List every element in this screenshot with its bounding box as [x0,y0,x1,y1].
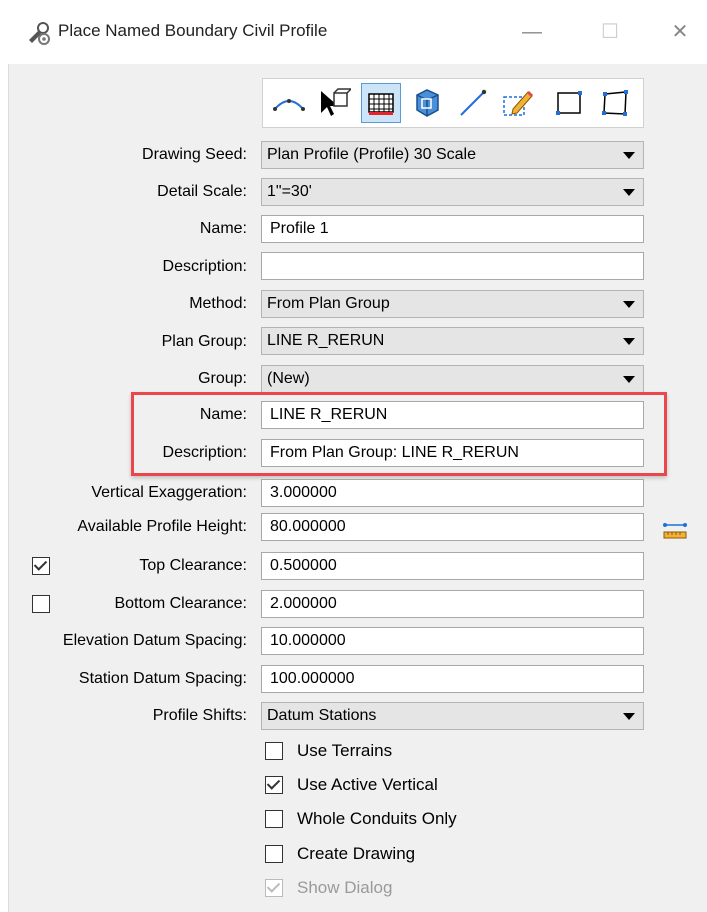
3d-box-icon [416,89,439,117]
vertical-exaggeration-input[interactable]: 3.000000 [261,479,644,507]
group-label: Group: [198,370,247,387]
available-profile-height-label: Available Profile Height: [77,518,247,535]
chevron-down-icon [623,376,635,383]
top-clearance-checkbox[interactable] [32,557,50,575]
window-title: Place Named Boundary Civil Profile [58,21,328,40]
detail-scale-value: 1"=30' [267,183,312,200]
use-terrains-label: Use Terrains [297,741,393,760]
civil-profile-icon [273,99,305,111]
method-value: From Plan Group [267,295,390,312]
3d-box-tool-button[interactable] [407,83,447,123]
profile-shifts-select[interactable]: Datum Stations [261,702,644,730]
close-button[interactable]: ✕ [660,14,700,50]
name-label: Name: [199,220,247,237]
maximize-button[interactable]: ☐ [590,14,630,50]
bottom-clearance-checkbox[interactable] [32,595,50,613]
line-icon [460,89,487,116]
whole-conduits-only-checkbox[interactable] [265,810,283,828]
chevron-down-icon [623,338,635,345]
plan-group-select[interactable]: LINE R_RERUN [261,327,644,355]
chevron-down-icon [623,189,635,196]
elevation-datum-spacing-input[interactable]: 10.000000 [261,627,644,655]
title-bar: Place Named Boundary Civil Profile — ☐ ✕ [0,0,707,64]
station-datum-spacing-label: Station Datum Spacing: [78,670,247,687]
whole-conduits-only-label: Whole Conduits Only [297,809,457,828]
plan-group-label: Plan Group: [161,333,247,350]
name-input[interactable]: Profile 1 [261,215,644,243]
available-profile-height-input[interactable]: 80.000000 [261,513,644,541]
detail-scale-select[interactable]: 1"=30' [261,178,644,206]
description-label: Description: [162,258,247,275]
chevron-down-icon [623,301,635,308]
method-select[interactable]: From Plan Group [261,290,644,318]
shape-tool-button[interactable] [595,83,635,123]
pencil-edit-tool-button[interactable] [497,83,537,123]
detail-scale-label: Detail Scale: [157,183,247,200]
use-active-vertical-checkbox[interactable] [265,776,283,794]
drawing-seed-select[interactable]: Plan Profile (Profile) 30 Scale [261,141,644,169]
chevron-down-icon [623,713,635,720]
tool-toolbar [262,78,644,128]
vertical-exaggeration-label: Vertical Exaggeration: [91,484,247,501]
show-dialog-checkbox[interactable] [265,879,283,897]
drawing-seed-label: Drawing Seed: [142,146,247,163]
top-clearance-label: Top Clearance: [139,557,247,574]
highlight-box [131,392,667,476]
group-select[interactable]: (New) [261,365,644,393]
rectangle-icon [556,91,582,115]
plan-group-value: LINE R_RERUN [267,332,385,349]
grid-table-icon [368,93,394,115]
station-datum-spacing-input[interactable]: 100.000000 [261,665,644,693]
use-terrains-checkbox[interactable] [265,742,283,760]
rectangle-tool-button[interactable] [549,83,589,123]
method-label: Method: [189,295,247,312]
top-clearance-input[interactable]: 0.500000 [261,552,644,580]
bottom-clearance-label: Bottom Clearance: [114,595,247,612]
profile-shifts-value: Datum Stations [267,707,377,724]
app-tools-icon [29,22,50,45]
select-element-icon [321,88,351,116]
create-drawing-label: Create Drawing [297,844,416,863]
create-drawing-checkbox[interactable] [265,845,283,863]
bottom-clearance-input[interactable]: 2.000000 [261,590,644,618]
measure-ruler-icon[interactable] [662,518,688,542]
civil-profile-tool-button[interactable] [269,83,309,123]
grid-table-tool-button[interactable] [361,83,401,123]
drawing-seed-value: Plan Profile (Profile) 30 Scale [267,146,476,163]
minimize-button[interactable]: — [512,14,552,50]
elevation-datum-spacing-label: Elevation Datum Spacing: [62,632,247,649]
use-active-vertical-label: Use Active Vertical [297,775,438,794]
group-value: (New) [267,370,310,387]
show-dialog-label: Show Dialog [297,878,393,897]
pencil-edit-icon [503,90,534,116]
description-input[interactable] [261,252,644,280]
profile-shifts-label: Profile Shifts: [152,707,247,724]
select-element-tool-button[interactable] [313,83,353,123]
shape-icon [602,90,628,116]
line-tool-button[interactable] [453,83,493,123]
chevron-down-icon [623,152,635,159]
